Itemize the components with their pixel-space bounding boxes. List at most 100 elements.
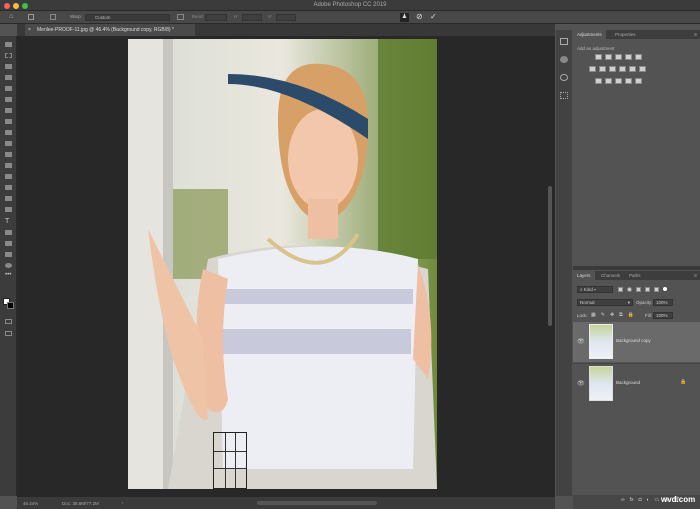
swatches-panel-icon[interactable] [560,74,568,81]
screen-mode-icon[interactable] [5,331,12,336]
tab-channels[interactable]: Channels [597,271,624,280]
brush-tool-icon[interactable] [5,130,12,135]
panel-menu-icon[interactable]: ≡ [694,32,697,38]
color-lookup-icon[interactable] [639,66,646,72]
tab-layers[interactable]: Layers [573,271,595,280]
blur-tool-icon[interactable] [5,185,12,190]
photo-filter-icon[interactable] [619,66,626,72]
layer-name[interactable]: Background copy [616,338,651,343]
filter-toggle-icon[interactable] [663,287,667,291]
layer-row-background-copy[interactable]: 👁 Background copy [573,322,700,362]
cancel-icon[interactable]: ⊘ [416,12,423,21]
threshold-icon[interactable] [615,78,622,84]
move-tool-icon[interactable] [5,42,12,47]
close-tab-icon[interactable]: × [28,24,31,36]
add-mask-icon[interactable]: ◘ [638,497,641,503]
document-tab[interactable]: × Merilee-PROOF-11.jpg @ 46.4% (Backgrou… [25,24,195,36]
warp-grid[interactable] [213,432,247,489]
layers-panel-menu-icon[interactable]: ≡ [694,273,697,279]
libraries-panel-icon[interactable] [560,92,568,99]
layer-row-background[interactable]: 👁 Background 🔒 [573,363,700,403]
tab-paths[interactable]: Paths [625,271,645,280]
adjustment-filter-icon[interactable] [627,287,632,292]
black-white-icon[interactable] [609,66,616,72]
invert-icon[interactable] [595,78,602,84]
shape-filter-icon[interactable] [645,287,650,292]
tool-preset-icon[interactable] [28,14,34,20]
exposure-icon[interactable] [625,54,632,60]
horizontal-scrollbar[interactable] [257,501,377,505]
channel-mixer-icon[interactable] [629,66,636,72]
quick-mask-icon[interactable] [5,319,12,324]
status-menu-arrow[interactable]: › [122,500,124,505]
history-brush-tool-icon[interactable] [5,152,12,157]
home-icon[interactable]: ⌂ [9,13,13,20]
eraser-tool-icon[interactable] [5,163,12,168]
v-field[interactable] [276,14,296,21]
new-adjustment-icon[interactable]: ◐ [647,497,650,503]
bend-field[interactable] [205,14,227,21]
vibrance-icon[interactable] [635,54,642,60]
eyedropper-tool-icon[interactable] [5,108,12,113]
curves-icon[interactable] [615,54,622,60]
lock-artboard-icon[interactable]: ⧉ [619,312,623,318]
h-field[interactable] [242,14,262,21]
history-panel-icon[interactable] [560,38,568,45]
vertical-scrollbar[interactable] [548,186,552,326]
lock-all-icon[interactable]: 🔒 [628,312,634,318]
type-tool-icon[interactable]: T [5,218,9,225]
lock-position-icon[interactable]: ✥ [610,312,614,318]
panel-divider[interactable] [573,266,700,270]
check-icon[interactable]: ✓ [430,12,437,21]
color-panel-icon[interactable] [560,56,568,63]
crop-tool-icon[interactable] [5,86,12,91]
pen-tool-icon[interactable] [5,207,12,212]
type-filter-icon[interactable] [636,287,641,292]
hand-tool-icon[interactable] [5,252,12,257]
visibility-eye-icon[interactable]: 👁 [577,338,585,345]
layer-filter-select[interactable]: ⌕ Kind ▾ [577,286,613,293]
path-selection-tool-icon[interactable] [5,230,12,235]
tab-adjustments[interactable]: Adjustments [573,30,606,39]
posterize-icon[interactable] [605,78,612,84]
color-balance-icon[interactable] [599,66,606,72]
selective-color-icon[interactable] [635,78,642,84]
hue-saturation-icon[interactable] [589,66,596,72]
new-group-icon[interactable]: ▭ [655,497,660,503]
split-icon[interactable] [50,14,56,20]
levels-icon[interactable] [605,54,612,60]
link-layers-icon[interactable]: ∞ [621,497,625,503]
tab-properties[interactable]: Properties [611,30,640,39]
gradient-tool-icon[interactable] [5,174,12,179]
opacity-field[interactable]: 100% [653,299,673,306]
background-color-swatch[interactable] [7,302,14,309]
puppet-warp-icon[interactable]: ♟ [400,13,409,22]
gradient-map-icon[interactable] [625,78,632,84]
lock-transparent-icon[interactable]: ▦ [591,312,596,318]
lasso-tool-icon[interactable] [5,64,12,69]
canvas-area[interactable] [17,36,555,497]
blend-mode-select[interactable]: Normal ▾ [577,299,633,306]
smart-object-filter-icon[interactable] [654,287,659,292]
warp-select[interactable]: Custom [85,14,170,21]
shape-tool-icon[interactable] [5,241,12,246]
brightness-contrast-icon[interactable] [595,54,602,60]
marquee-tool-icon[interactable] [5,53,12,58]
warp-orientation-icon[interactable] [177,14,184,20]
dodge-tool-icon[interactable] [5,196,12,201]
layer-style-icon[interactable]: fx [630,497,634,503]
pixel-filter-icon[interactable] [618,287,623,292]
healing-brush-tool-icon[interactable] [5,119,12,124]
zoom-tool-icon[interactable] [5,263,12,268]
more-tools-icon[interactable]: ••• [5,272,11,278]
document-tab-title: Merilee-PROOF-11.jpg @ 46.4% (Background… [37,27,174,33]
frame-tool-icon[interactable] [5,97,12,102]
zoom-level[interactable]: 46.44% [23,501,38,506]
visibility-eye-icon[interactable]: 👁 [577,380,585,387]
fill-field[interactable]: 100% [653,312,673,319]
layer-name[interactable]: Background [616,380,640,385]
magic-wand-tool-icon[interactable] [5,75,12,80]
lock-image-icon[interactable]: ✎ [601,312,605,318]
document-image[interactable] [128,39,437,489]
clone-stamp-tool-icon[interactable] [5,141,12,146]
